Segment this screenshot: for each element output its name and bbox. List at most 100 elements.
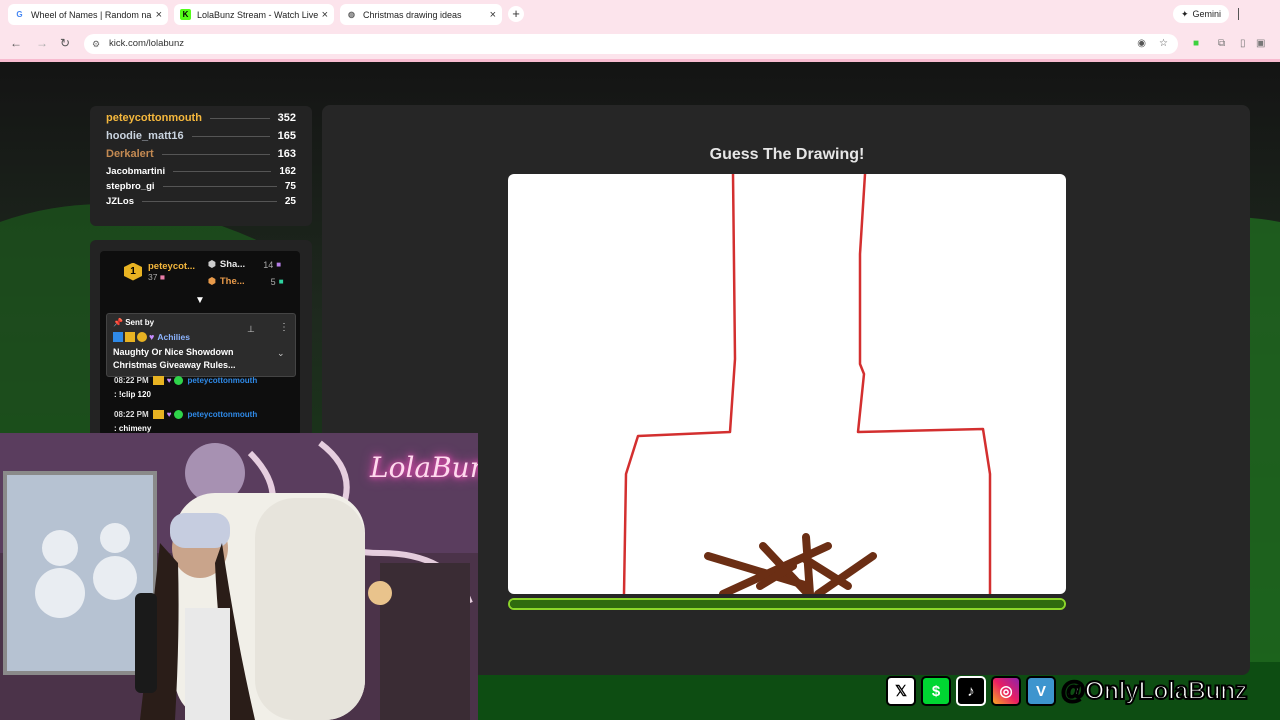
divider-line [141,201,277,202]
close-icon[interactable]: × [156,9,162,21]
sparkle-icon: ✦ [1180,8,1189,19]
filter-icon[interactable]: ▼ [195,295,205,306]
divider-line [173,171,272,172]
close-icon[interactable]: × [322,9,328,21]
leaderboard-row: hoodie_matt16 165 [106,130,296,142]
player-name: peteycottonmouth [106,112,202,124]
more-options-icon[interactable]: ⋮ [279,322,289,333]
chat-panel: 1 peteycot... 37 ■ ⬢ Sha... 14 ■ ⬢ The..… [100,251,300,436]
gifter-name: Sha... [219,259,246,270]
close-icon[interactable]: × [490,9,496,21]
hex-badge-icon: ⬢ [208,259,216,269]
top-gifter-info: peteycot... 37 ■ [148,261,195,282]
divider-line [209,117,270,119]
crown-badge-icon [152,410,164,419]
pinned-sender-row: ♥ Achilies [113,332,190,342]
top-gifter-name: peteycot... [148,261,195,272]
drawing-canvas[interactable] [508,174,1066,594]
message-text: : chimeny [114,424,152,433]
crown-badge-icon [152,376,164,385]
tiktok-icon: ♪ [956,676,986,706]
gifter-count: 14 [263,259,274,270]
verified-badge-icon [174,376,184,385]
pinned-message[interactable]: 📌 Sent by ♥ Achilies Naughty Or Nice Sho… [106,313,296,377]
divider-line [162,186,277,187]
timer-fill [510,600,1064,608]
gifter-count: 5 [270,276,276,287]
rank-number: 1 [130,265,136,277]
menu-divider [1238,8,1239,20]
leaderboard-row: Jacobmartini 162 [106,166,296,177]
tab-wheel-of-names[interactable]: G Wheel of Names | Random nam × [8,4,168,25]
player-name: Jacobmartini [106,166,166,177]
forward-icon[interactable]: → [36,36,48,50]
divider-line [161,153,270,155]
kick-icon: K [180,9,191,20]
top-gifter-count-wrap: 37 ■ [148,272,195,282]
chevron-down-icon[interactable]: ⌄ [277,348,285,359]
player-points: 75 [284,181,296,192]
pinned-label: Sent by [125,318,155,327]
sidebar-icon[interactable]: ▯ [1240,38,1246,49]
profile-icon[interactable]: ▣ [1256,38,1265,49]
leaderboard-panel: peteycottonmouth 352 hoodie_matt16 165 D… [90,106,312,226]
badge-icon [113,332,123,342]
address-bar-row: ← → ↻ ⚙ kick.com/lolabunz ◉ ☆ ■ ⧉ ▯ ▣ [0,29,1280,62]
leaderboard-row: Derkalert 163 [106,148,296,160]
star-icon[interactable]: ☆ [1159,34,1168,54]
social-links-overlay: 𝕏 $ ♪ ◎ V @OnlyLolaBunz [886,674,1248,708]
drawing [622,174,992,594]
message-time: 08:22 PM [114,410,149,419]
pin-icon: 📌 [113,318,123,327]
chat-message: 08:22 PM ♥ peteycottonmouth : !clip 120 [114,376,257,399]
gifter-name: The... [219,276,245,287]
x-icon: 𝕏 [886,676,916,706]
google-icon: G [14,9,25,20]
player-name: JZLos [106,196,134,207]
leaderboard-row: JZLos 25 [106,196,296,207]
leaderboard-row: peteycottonmouth 352 [106,112,296,124]
chimney-drawing [622,174,992,594]
vip-badge-icon: ♥ [166,376,172,385]
message-user[interactable]: peteycottonmouth [187,410,257,419]
url-text: kick.com/lolabunz [109,38,184,49]
gift-icon: ■ [278,277,284,286]
new-tab-button[interactable]: + [508,6,524,22]
instagram-icon: ◎ [991,676,1021,706]
globe-icon: ◍ [348,10,355,19]
timer-bar [508,598,1066,610]
tab-christmas-drawing-ideas[interactable]: ◍ Christmas drawing ideas × [340,4,502,25]
unpin-icon[interactable]: ⊥ [247,324,255,335]
hex-badge-icon: ⬢ [208,276,216,286]
message-text: : !clip 120 [114,390,151,399]
player-points: 25 [284,196,296,207]
tab-title: LolaBunz Stream - Watch Live o [197,9,318,20]
url-field[interactable]: ⚙ kick.com/lolabunz ◉ ☆ [84,34,1178,54]
chat-message: 08:22 PM ♥ peteycottonmouth : chimeny [114,410,257,433]
site-info-icon[interactable]: ⚙ [92,34,100,54]
player-name: Derkalert [106,148,154,160]
player-points: 162 [279,166,296,177]
crown-badge-icon [125,332,135,342]
pinned-text: Naughty Or Nice Showdown Christmas Givea… [113,347,236,370]
back-icon[interactable]: ← [10,36,22,50]
rank-badge-icon [137,332,147,342]
top-gifter-count: 37 [148,272,158,282]
eye-off-icon[interactable]: ◉ [1137,34,1146,54]
webcam-overlay: LolaBunz [0,433,478,720]
gemini-button[interactable]: ✦ Gemini [1173,5,1229,23]
gifter-row: ⬢ Sha... 14 ■ [208,259,281,270]
tab-lolabunz-stream[interactable]: K LolaBunz Stream - Watch Live o × [174,4,334,25]
cashapp-icon: $ [921,676,951,706]
reload-icon[interactable]: ↻ [60,36,70,50]
extension-icon-green[interactable]: ■ [1193,38,1199,49]
top-gifter-card: 1 peteycot... 37 ■ [124,261,195,282]
message-time: 08:22 PM [114,376,149,385]
tab-bar: G Wheel of Names | Random nam × K LolaBu… [0,0,1280,29]
player-points: 165 [277,130,296,142]
player-points: 163 [277,148,296,160]
tab-title: Christmas drawing ideas [363,9,462,20]
verified-badge-icon [174,410,184,419]
message-user[interactable]: peteycottonmouth [187,376,257,385]
extensions-puzzle-icon[interactable]: ⧉ [1218,38,1225,49]
